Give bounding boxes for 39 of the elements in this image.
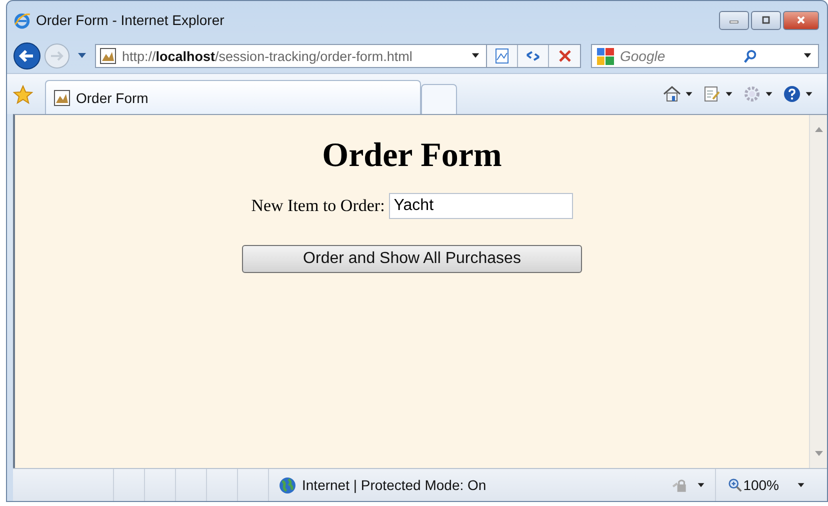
dropdown-icon[interactable] <box>725 92 733 96</box>
globe-icon <box>279 476 296 494</box>
browser-tab[interactable]: Order Form <box>45 80 421 114</box>
browser-logo-icon <box>13 11 31 29</box>
favorites-star-icon[interactable] <box>13 85 33 105</box>
page-icon[interactable] <box>703 85 721 103</box>
close-button[interactable] <box>783 10 819 30</box>
site-icon <box>54 90 70 106</box>
address-field[interactable]: http://localhost/session-tracking/order-form.html <box>95 44 487 68</box>
back-button[interactable] <box>13 42 41 70</box>
search-provider-logo <box>597 48 614 64</box>
dropdown-icon[interactable] <box>697 482 706 488</box>
close-icon <box>795 16 807 24</box>
dropdown-icon[interactable] <box>765 92 773 96</box>
dropdown-icon[interactable] <box>805 92 813 96</box>
search-icon[interactable] <box>743 48 758 64</box>
item-input-field[interactable]: Yacht <box>388 193 573 219</box>
dropdown-icon[interactable] <box>803 53 812 59</box>
url-text[interactable]: http://localhost/session-tracking/order-form.html <box>122 48 412 64</box>
help-icon[interactable] <box>783 85 801 103</box>
search-field[interactable]: Google <box>620 48 710 64</box>
dropdown-icon[interactable] <box>797 482 805 488</box>
field-label: New Item to Order: <box>251 196 385 216</box>
dropdown-icon[interactable] <box>471 53 480 59</box>
maximize-icon <box>760 16 772 24</box>
chart-page-icon <box>494 48 510 64</box>
security-zone-text: Internet | Protected Mode: On <box>302 477 486 493</box>
site-icon <box>100 48 116 64</box>
close-icon <box>556 48 572 64</box>
tab-label[interactable]: Order Form <box>76 90 148 106</box>
window-title: Order Form - Internet Explorer <box>36 12 224 28</box>
search-box[interactable]: Google <box>591 44 819 68</box>
dropdown-icon[interactable] <box>685 92 693 96</box>
page-heading: Order Form <box>322 137 502 175</box>
order-button[interactable]: Order and Show All Purchases <box>242 245 582 273</box>
home-icon[interactable] <box>663 85 681 103</box>
zoom-icon[interactable] <box>728 478 744 492</box>
maximize-button[interactable] <box>751 10 781 30</box>
zoom-level[interactable]: 100% <box>743 477 779 493</box>
